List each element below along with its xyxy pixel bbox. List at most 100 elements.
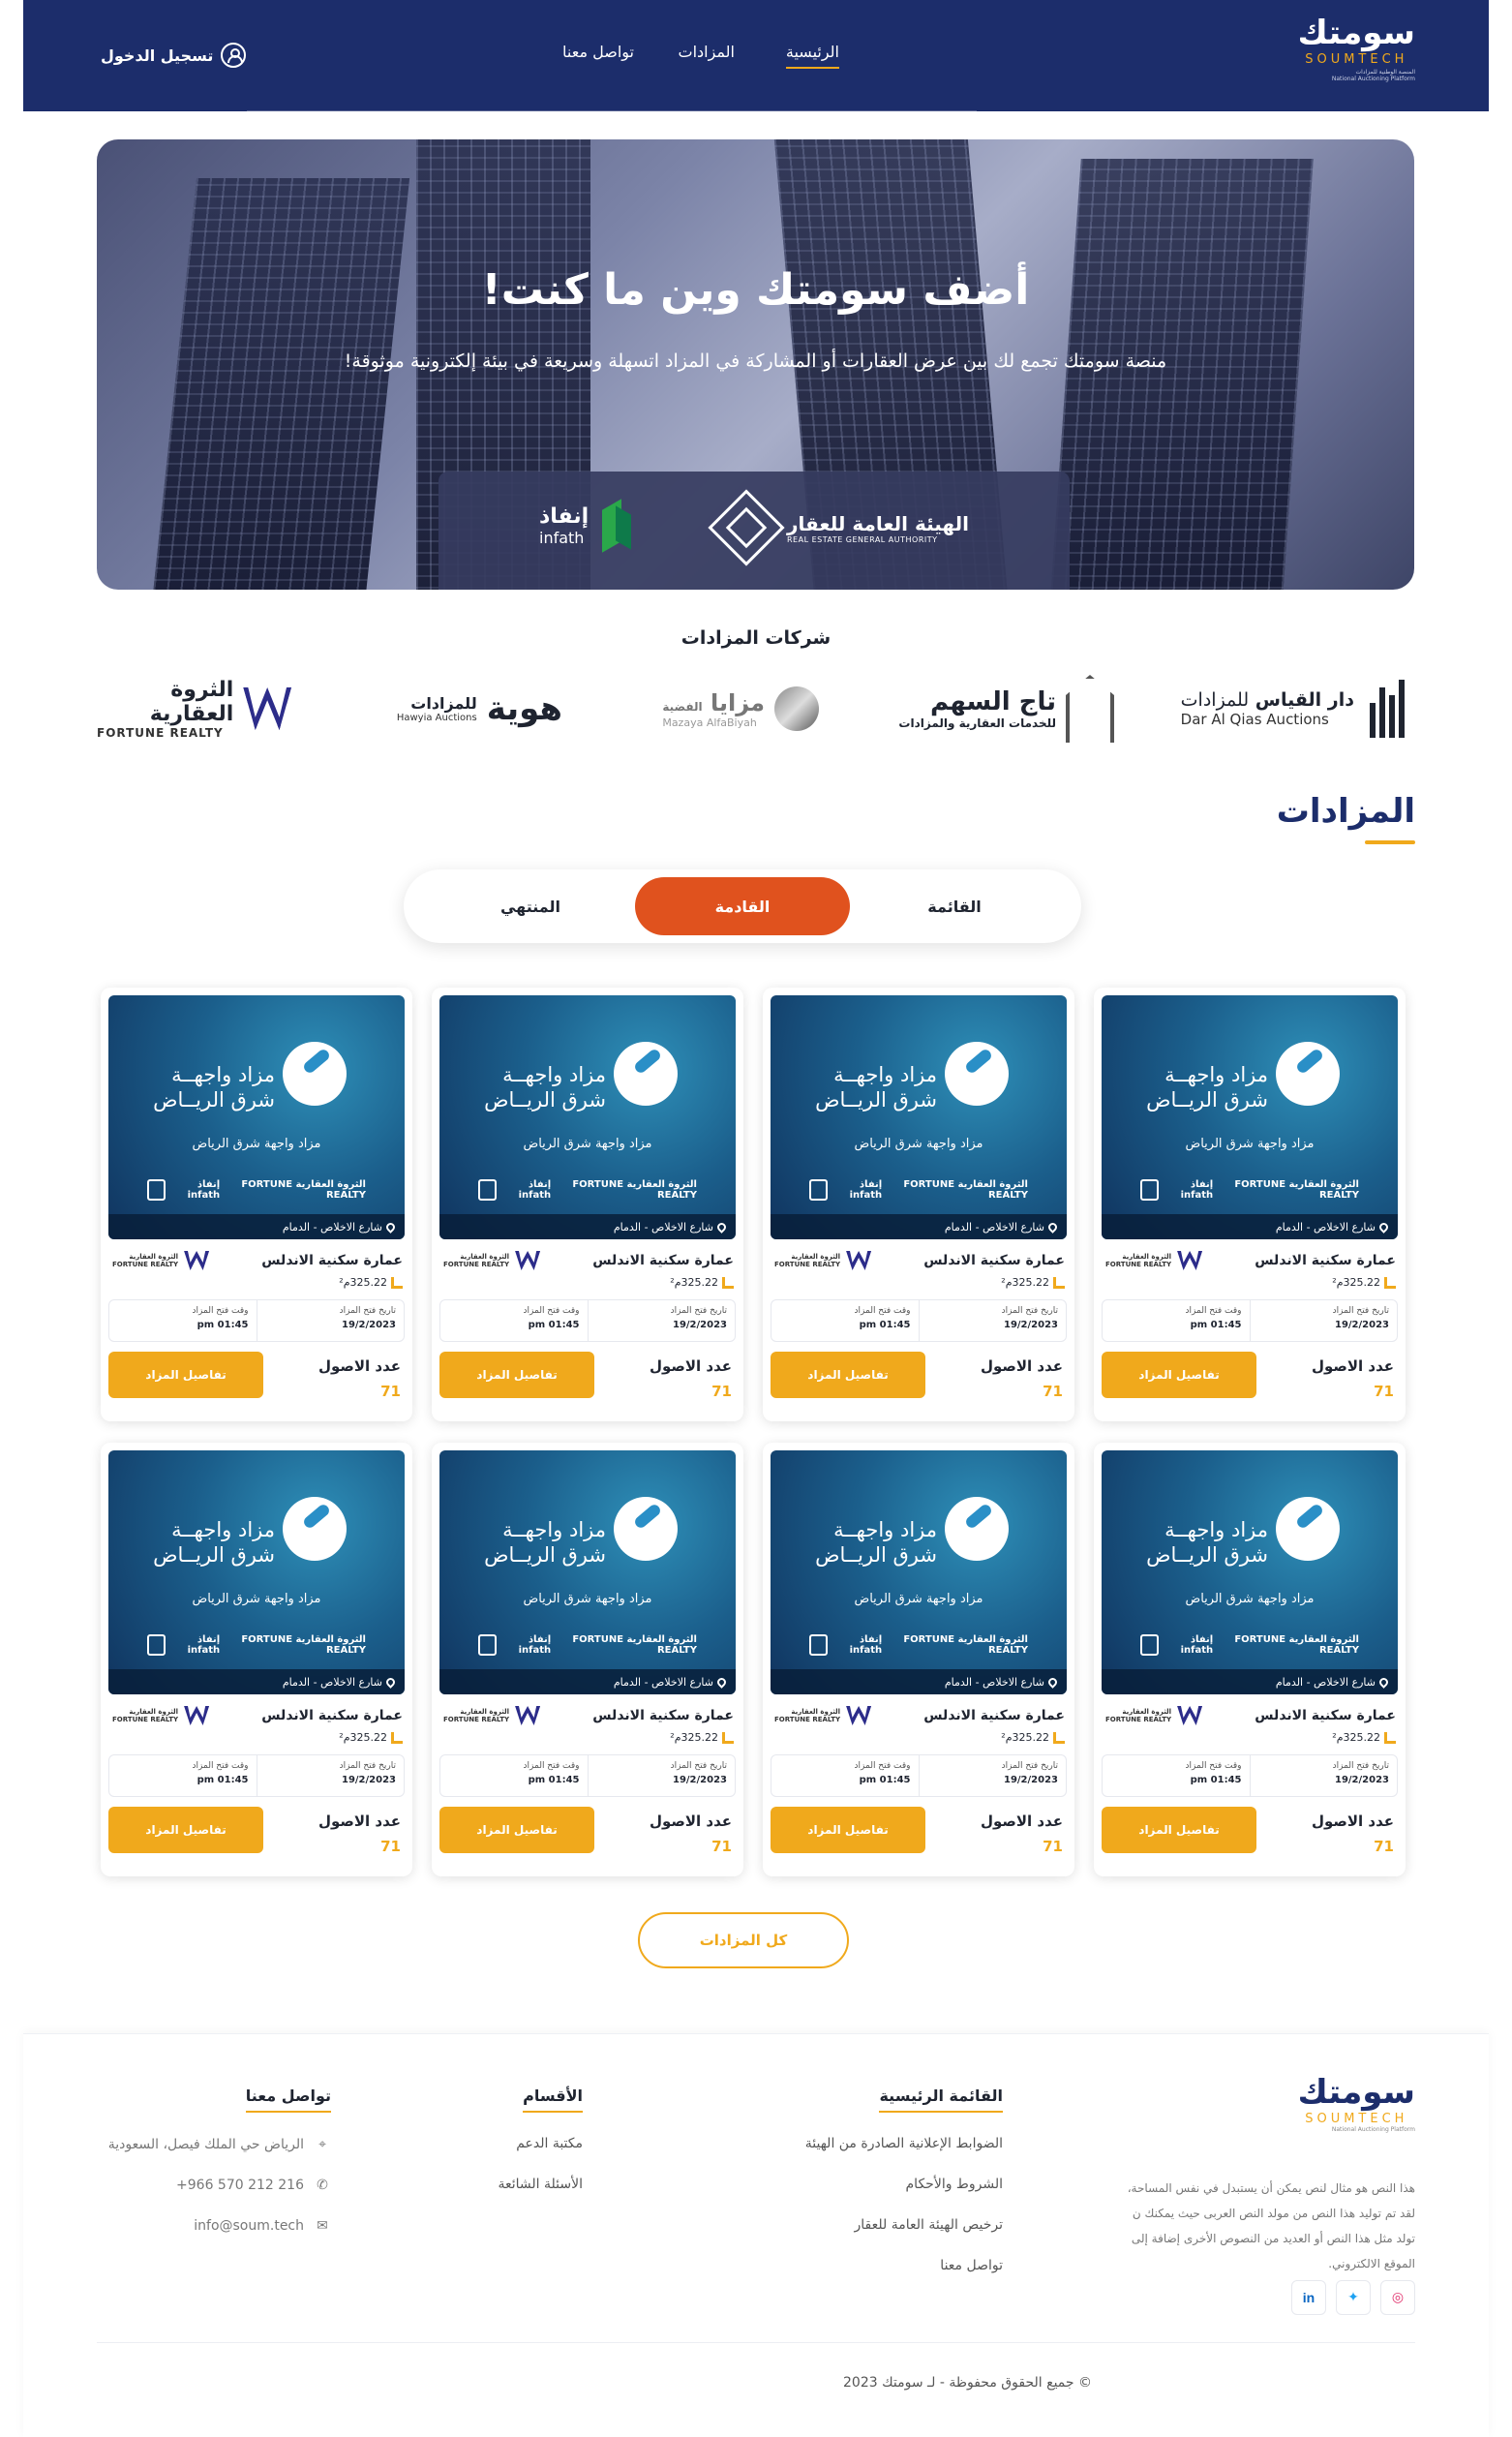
image-logos: الثروة العقارية FORTUNE REALTY إنفاذ inf… [478,1175,697,1204]
area-value: 325.22م² [670,1731,718,1744]
linkedin-icon[interactable]: in [1291,2280,1326,2315]
company-hawyia[interactable]: هوية للمزادات Hawyia Auctions [397,670,562,747]
card-dates-box: تاريخ فتح المزاد 19/2/2023 وقت فتح المزا… [771,1754,1067,1797]
open-time-value: 01:45 pm [859,1320,911,1330]
fortune-realty-icon [184,1251,210,1270]
card-company-en: FORTUNE REALTY [443,1716,510,1723]
auctions-section-title: المزادات [1276,792,1416,844]
image-title-2: شرق الريــاض [484,1543,606,1567]
hero-title: أضف سومتك وين ما كنت! [481,265,1030,315]
area-value: 325.22م² [670,1276,718,1289]
footer-contact: تواصل معنا ⌖ الرياض حي الملك فيصل، السعو… [108,2087,332,2258]
image-logo-infath: إنفاذ infath [147,1179,220,1201]
open-date-value: 19/2/2023 [672,1775,727,1785]
auction-details-button[interactable]: تفاصيل المزاد [439,1807,594,1853]
twitter-icon[interactable]: ✦ [1336,2280,1371,2315]
auction-card[interactable]: مزاد واجهــة شرق الريــاض مزاد واجهة شرق… [1094,988,1406,1421]
property-name: عمارة سكنية الاندلس [1255,1708,1396,1723]
login-button[interactable]: تسجيل الدخول [101,43,247,68]
company-taj-alsahm[interactable]: تاج السهم للخدمات العقارية والمزادات [898,670,1114,747]
emblem-icon [478,1634,498,1656]
auction-card[interactable]: مزاد واجهــة شرق الريــاض مزاد واجهة شرق… [1094,1443,1406,1876]
open-date-value: 19/2/2023 [341,1320,396,1330]
infath-logo: إنفاذ infath [539,499,637,553]
image-logo-fortune-text: الثروة العقارية FORTUNE REALTY [1234,1634,1359,1656]
auction-details-button[interactable]: تفاصيل المزاد [1102,1352,1256,1398]
footer-link-support-library[interactable]: مكتبة الدعم [499,2136,583,2151]
image-logos: الثروة العقارية FORTUNE REALTY إنفاذ inf… [1140,1175,1359,1204]
footer-logo[interactable]: سومتك SOUMTECH National Auctioning Platf… [1298,2073,1415,2133]
image-logo-infath: إنفاذ infath [809,1634,882,1656]
footer-about-text: هذا النص هو مثال لنص يمكن أن يستبدل في ن… [1127,2181,1415,2270]
nav-auctions[interactable]: المزادات [679,43,735,61]
image-logo-fortune-text: الثروة العقارية FORTUNE REALTY [572,1179,697,1201]
auction-card[interactable]: مزاد واجهــة شرق الريــاض مزاد واجهة شرق… [763,988,1074,1421]
auction-details-button[interactable]: تفاصيل المزاد [1102,1807,1256,1853]
company-name-ar: مزايا [710,688,765,716]
card-company-ar: الثروة العقارية [1122,1253,1172,1261]
image-logos: الثروة العقارية FORTUNE REALTY إنفاذ inf… [478,1630,697,1660]
hero-subtitle: منصة سومتك تجمع لك بين عرض العقارات أو ا… [344,350,1167,372]
footer-email[interactable]: ✉ info@soum.tech [108,2217,331,2235]
image-logo-fortune-text: الثروة العقارية FORTUNE REALTY [241,1179,366,1201]
footer-link-ad-rules[interactable]: الضوابط الإعلانية الصادرة من الهيئة [805,2136,1003,2151]
auction-card[interactable]: مزاد واجهــة شرق الريــاض مزاد واجهة شرق… [432,988,743,1421]
footer-link-contact[interactable]: تواصل معنا [805,2258,1003,2273]
image-logos: الثروة العقارية FORTUNE REALTY إنفاذ inf… [1140,1630,1359,1660]
auction-address: شارع الاخلاص - الدمام [771,1669,1067,1694]
company-dar-al-qias[interactable]: دار القياس للمزادات Dar Al Qias Auctions [1181,670,1405,747]
image-logo-infath: إنفاذ infath [1140,1634,1213,1656]
tab-ended[interactable]: المنتهي [423,877,638,935]
auction-details-button[interactable]: تفاصيل المزاد [439,1352,594,1398]
auction-tabs: القائمة القادمة المنتهي [404,869,1081,943]
image-title-1: مزاد واجهــة [502,1063,606,1086]
footer-link-faq[interactable]: الأسئلة الشائعة [499,2177,584,2192]
open-date-value: 19/2/2023 [1334,1775,1389,1785]
open-time-label: وقت فتح المزاد [192,1306,249,1316]
assets-count: 71 [1374,1838,1394,1855]
all-auctions-button[interactable]: كل المزادات [638,1912,849,1968]
auction-card[interactable]: مزاد واجهــة شرق الريــاض مزاد واجهة شرق… [763,1443,1074,1876]
company-mazaya[interactable]: مزايا الفضية Mazaya AlfaBiyah [662,670,819,747]
compass-icon [283,1497,347,1561]
footer-phone-text: +966 570 212 216 [176,2178,304,2193]
card-info-row: عمارة سكنية الاندلس 325.22م² الثروة العق… [108,1706,405,1745]
footer-address-text: الرياض حي الملك فيصل، السعودية [107,2137,304,2152]
property-name: عمارة سكنية الاندلس [261,1253,403,1268]
assets-count: 71 [380,1383,401,1400]
footer-link-rega-license[interactable]: ترخيص الهيئة العامة للعقار [805,2217,1003,2233]
open-time-value: 01:45 pm [197,1320,249,1330]
auction-details-button[interactable]: تفاصيل المزاد [771,1352,925,1398]
auction-address: شارع الاخلاص - الدمام [439,1669,736,1694]
tab-ongoing[interactable]: القائمة [847,877,1062,935]
auction-card[interactable]: مزاد واجهــة شرق الريــاض مزاد واجهة شرق… [101,988,412,1421]
company-name-en: Hawyia Auctions [396,713,477,723]
area-value: 325.22م² [339,1731,387,1744]
tab-upcoming[interactable]: القادمة [635,877,850,935]
auction-details-button[interactable]: تفاصيل المزاد [108,1807,263,1853]
footer-sections-title: الأقسام [523,2087,583,2113]
auction-card[interactable]: مزاد واجهــة شرق الريــاض مزاد واجهة شرق… [432,1443,743,1876]
open-date-value: 19/2/2023 [1334,1320,1389,1330]
assets-label: عدد الاصول [649,1813,732,1830]
footer-logo-arabic: سومتك [1297,2073,1415,2112]
nav-divider [247,110,977,111]
nav-contact[interactable]: تواصل معنا [562,43,634,61]
image-logo-fortune: الثروة العقارية FORTUNE REALTY [1213,1634,1359,1656]
auction-details-button[interactable]: تفاصيل المزاد [108,1352,263,1398]
image-subtitle: مزاد واجهة شرق الرياض [192,1137,321,1151]
auction-details-button[interactable]: تفاصيل المزاد [771,1807,925,1853]
property-area: 325.22م² [670,1731,734,1744]
auction-card[interactable]: مزاد واجهــة شرق الريــاض مزاد واجهة شرق… [101,1443,412,1876]
instagram-icon[interactable]: ◎ [1380,2280,1415,2315]
footer-address: ⌖ الرياض حي الملك فيصل، السعودية [108,2136,331,2153]
nav-home[interactable]: الرئيسية [785,43,840,69]
company-name-ar: هوية [486,689,562,728]
footer-link-terms[interactable]: الشروط والأحكام [805,2177,1003,2192]
header-logo[interactable]: سومتك SOUMTECH المنصة الوطنية للمزادات N… [1298,14,1415,82]
address-text: شارع الاخلاص - الدمام [282,1220,382,1234]
address-text: شارع الاخلاص - الدمام [1275,1675,1376,1689]
company-fortune-realty[interactable]: الثروة العقارية FORTUNE REALTY [97,670,291,747]
emblem-icon [809,1634,829,1656]
footer-phone[interactable]: ✆ +966 570 212 216 [108,2177,331,2194]
